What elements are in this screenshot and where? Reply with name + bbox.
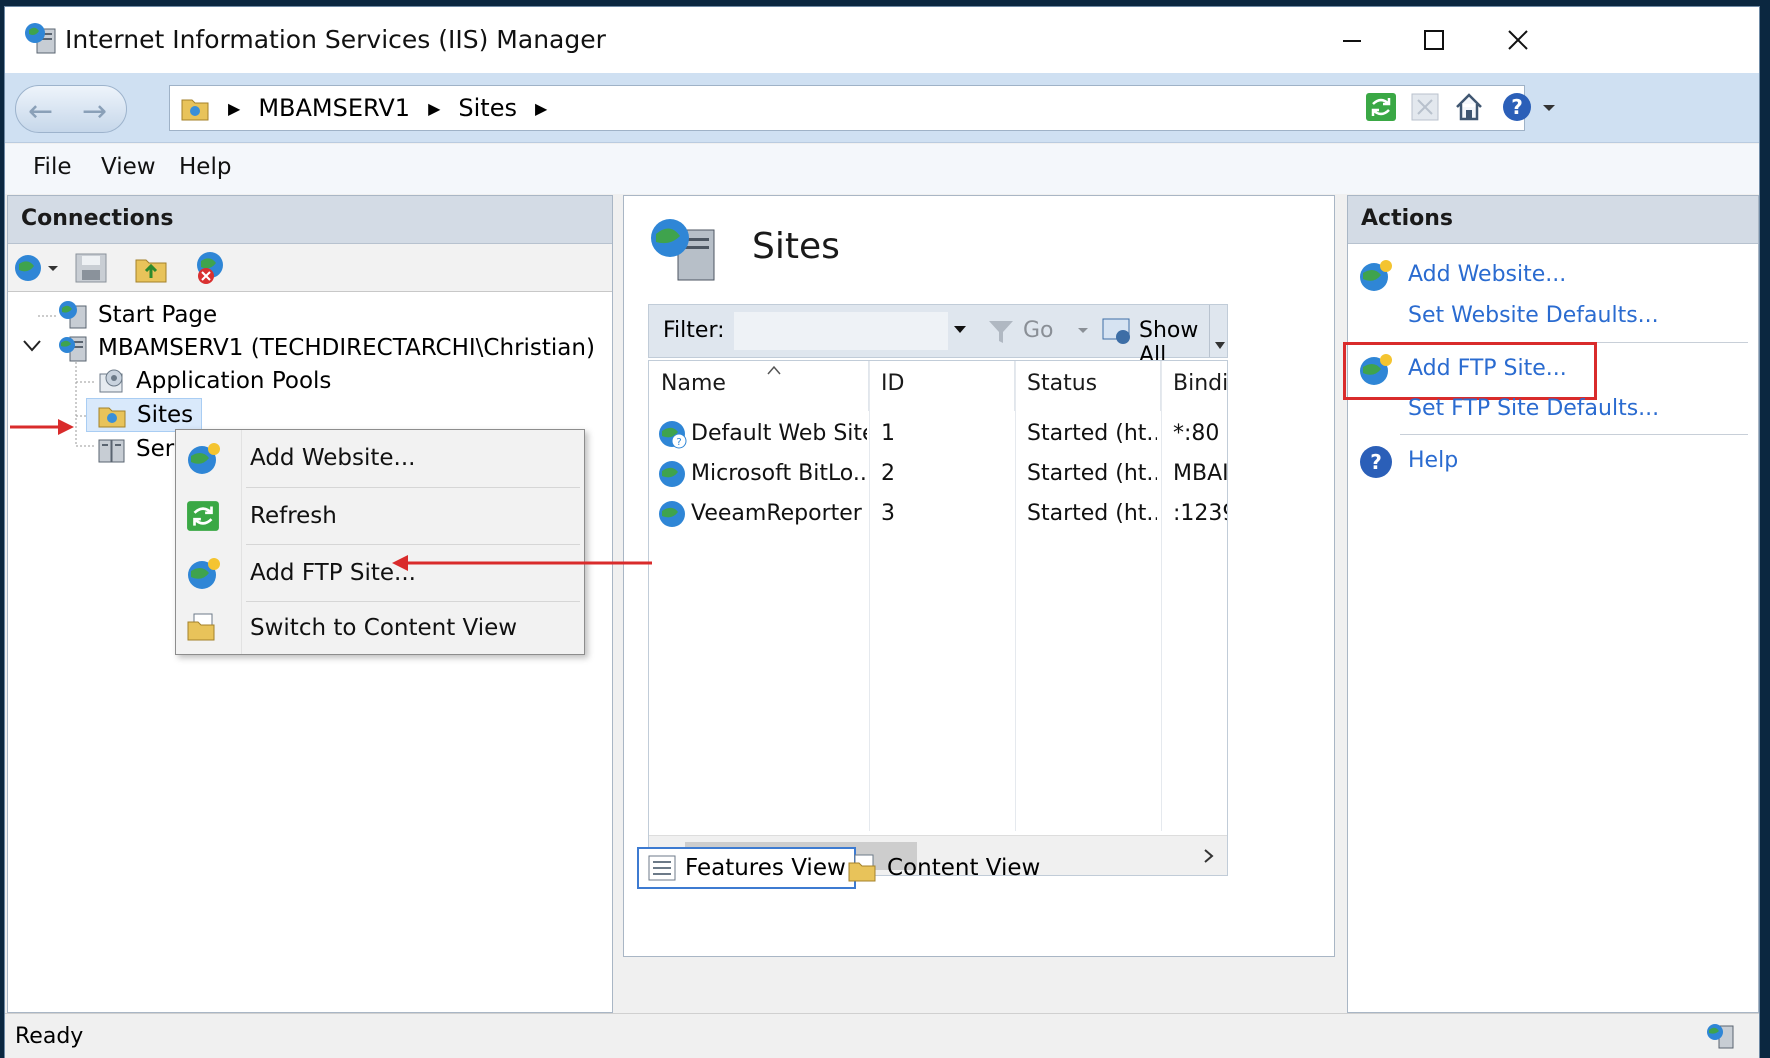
annotation-arrow-to-add-ftp (392, 555, 652, 571)
annotation-overlay (10, 419, 652, 571)
annotation-arrow-to-sites (10, 419, 74, 435)
